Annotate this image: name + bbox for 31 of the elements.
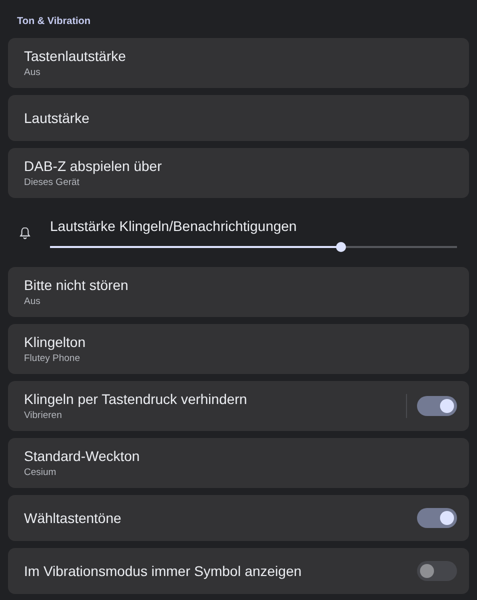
setting-item[interactable]: Wähltastentöne <box>8 495 469 541</box>
setting-title: Klingelton <box>24 334 86 350</box>
setting-item[interactable]: Klingeln per Tastendruck verhindern Vibrieren <box>8 381 469 431</box>
setting-title: Lautstärke <box>24 110 90 126</box>
setting-item[interactable]: Tastenlautstärke Aus <box>8 38 469 88</box>
setting-title: Tastenlautstärke <box>24 48 126 64</box>
slider-thumb[interactable] <box>336 242 346 252</box>
setting-title: Bitte nicht stören <box>24 277 128 293</box>
setting-item[interactable]: DAB-Z abspielen über Dieses Gerät <box>8 148 469 198</box>
setting-title: Standard-Weckton <box>24 448 140 464</box>
setting-summary: Dieses Gerät <box>24 177 80 188</box>
setting-summary: Vibrieren <box>24 410 62 421</box>
setting-summary: Aus <box>24 296 40 307</box>
setting-title: Klingeln per Tastendruck verhindern <box>24 391 248 407</box>
slider-label: Lautstärke Klingeln/Benachrichtigungen <box>50 218 297 234</box>
setting-summary: Flutey Phone <box>24 353 80 364</box>
setting-summary: Cesium <box>24 467 56 478</box>
setting-item[interactable]: Lautstärke <box>8 95 469 141</box>
section-title: Ton & Vibration <box>16 16 92 27</box>
setting-summary: Aus <box>24 67 40 78</box>
toggle-switch[interactable] <box>417 508 457 528</box>
setting-item[interactable]: Im Vibrationsmodus immer Symbol anzeigen <box>8 548 469 594</box>
setting-title: Im Vibrationsmodus immer Symbol anzeigen <box>24 563 302 579</box>
setting-item[interactable]: Klingelton Flutey Phone <box>8 324 469 374</box>
setting-item[interactable]: Bitte nicht stören Aus <box>8 267 469 317</box>
setting-item[interactable]: Standard-Weckton Cesium <box>8 438 469 488</box>
setting-title: DAB-Z abspielen über <box>24 158 162 174</box>
bell-icon <box>18 226 32 240</box>
toggle-switch[interactable] <box>417 396 457 416</box>
setting-title: Wähltastentöne <box>24 510 122 526</box>
toggle-switch[interactable] <box>417 561 457 581</box>
